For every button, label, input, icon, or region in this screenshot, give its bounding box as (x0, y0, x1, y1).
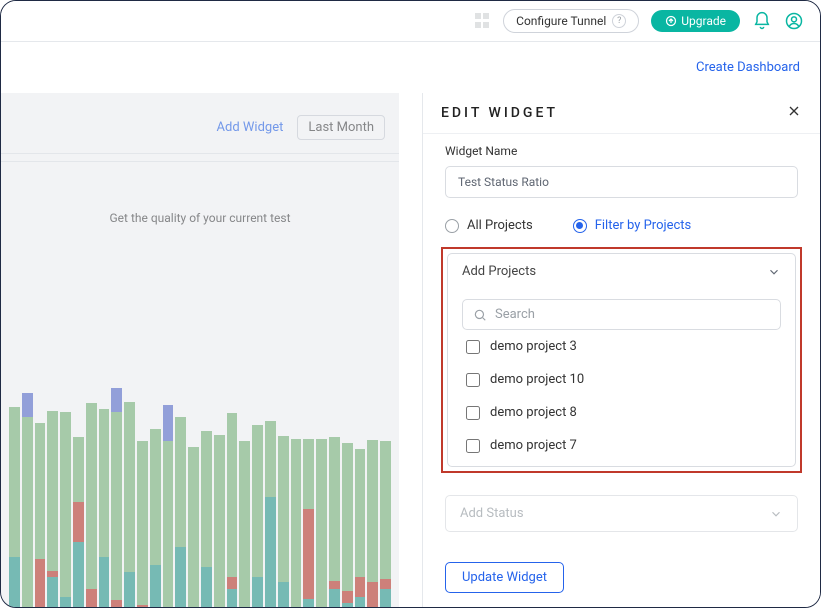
project-item[interactable]: demo project 8 (462, 396, 781, 429)
project-label: demo project 3 (490, 339, 577, 354)
radio-filter-label: Filter by Projects (595, 218, 692, 233)
widget-name-label: Widget Name (445, 144, 798, 158)
search-icon (473, 308, 487, 322)
configure-tunnel-label: Configure Tunnel (516, 14, 606, 28)
project-search[interactable] (462, 299, 781, 330)
add-projects-toggle[interactable]: Add Projects (448, 254, 795, 289)
project-item[interactable]: demo project 7 (462, 429, 781, 462)
project-label: demo project 7 (490, 438, 577, 453)
user-icon[interactable] (784, 11, 804, 31)
project-label: demo project 8 (490, 405, 577, 420)
project-item[interactable]: demo project 3 (462, 330, 781, 363)
add-status-label: Add Status (460, 506, 524, 521)
backdrop-overlay (1, 93, 399, 607)
close-icon[interactable] (786, 103, 802, 123)
notification-icon[interactable] (752, 11, 772, 31)
configure-tunnel-button[interactable]: Configure Tunnel ? (503, 9, 639, 33)
apps-icon[interactable] (475, 13, 491, 29)
create-dashboard-link[interactable]: Create Dashboard (696, 60, 800, 75)
upgrade-button[interactable]: Upgrade (651, 10, 740, 32)
project-checkbox[interactable] (466, 340, 480, 354)
highlight-box: Add Projects demo project 3 demo project … (441, 247, 802, 473)
search-input[interactable] (495, 307, 770, 322)
project-item[interactable]: demo project 10 (462, 363, 781, 396)
project-label: demo project 10 (490, 372, 584, 387)
radio-all-label: All Projects (467, 218, 533, 233)
add-status-toggle[interactable]: Add Status (445, 495, 798, 532)
radio-all-projects[interactable]: All Projects (445, 218, 533, 233)
radio-filter-projects[interactable]: Filter by Projects (573, 218, 692, 233)
project-checkbox[interactable] (466, 406, 480, 420)
update-widget-button[interactable]: Update Widget (445, 562, 564, 593)
add-projects-label: Add Projects (462, 264, 536, 279)
project-checkbox[interactable] (466, 439, 480, 453)
panel-title: EDIT WIDGET (441, 105, 558, 121)
project-checkbox[interactable] (466, 373, 480, 387)
upgrade-label: Upgrade (681, 14, 726, 28)
edit-widget-panel: EDIT WIDGET Widget Name All Projects (422, 93, 820, 607)
chevron-down-icon (769, 507, 783, 521)
widget-name-input[interactable] (445, 166, 798, 198)
up-arrow-icon (665, 15, 677, 27)
chevron-down-icon (767, 265, 781, 279)
help-icon: ? (612, 14, 626, 28)
